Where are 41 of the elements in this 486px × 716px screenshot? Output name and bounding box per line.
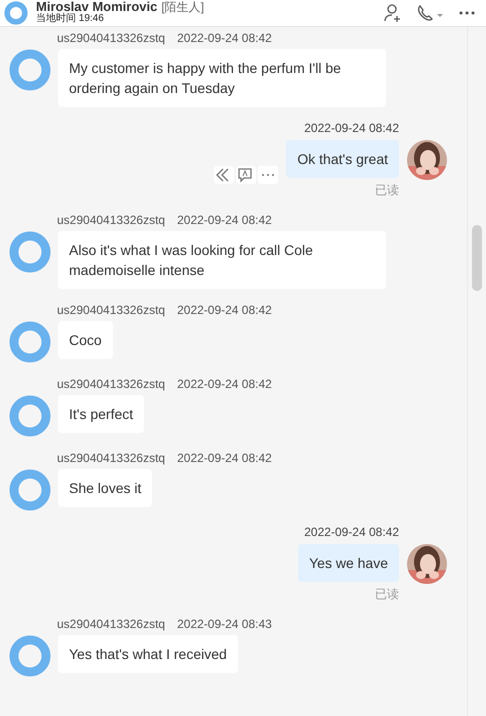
sender-name: us29040413326zstq [57,31,166,45]
message-time: 2022-09-24 08:43 [177,617,272,631]
message-time: 2022-09-24 08:42 [177,303,272,317]
sender-name: us29040413326zstq [57,213,166,227]
message-bubble: Yes we have [298,544,399,582]
avatar-icon [4,1,28,25]
local-time: 当地时间 19:46 [36,13,105,25]
message-bubble: My customer is happy with the perfum I'll be ordering again on Tuesday [58,49,386,107]
reply-icon[interactable] [214,166,234,184]
avatar-icon [9,469,51,511]
sender-name: us29040413326zstq [57,617,166,631]
message-bubble: Ok that's great [286,140,399,178]
avatar-icon [9,635,51,677]
avatar-icon [9,231,51,273]
scrollbar-thumb[interactable] [472,225,482,291]
message-time: 2022-09-24 08:42 [177,213,272,227]
sender-name: us29040413326zstq [57,451,166,465]
avatar-icon [9,395,51,437]
message-bubble: Yes that's what I received [58,635,238,673]
message-time: 2022-09-24 08:42 [177,31,272,45]
contact-tag: [陌生人] [161,1,204,13]
sender-name: us29040413326zstq [57,303,166,317]
add-contact-icon[interactable] [384,3,402,23]
message-bubble: Also it's what I was looking for call Cole mademoiselle intense [58,231,386,289]
contact-name: Miroslav Momirovic [36,1,158,13]
avatar-icon [9,321,51,363]
translate-icon[interactable] [236,166,256,184]
phone-icon[interactable] [416,3,444,23]
read-status: 已读 [375,182,399,199]
sender-name: us29040413326zstq [57,377,166,391]
message-bubble: She loves it [58,469,152,507]
read-status: 已读 [375,586,399,603]
message-time: 2022-09-24 08:42 [304,121,399,135]
more-icon[interactable] [258,166,278,184]
message-time: 2022-09-24 08:42 [177,377,272,391]
message-bubble: It's perfect [58,395,144,433]
more-icon[interactable] [458,10,476,16]
message-time: 2022-09-24 08:42 [304,525,399,539]
message-bubble: Coco [58,321,113,359]
message-time: 2022-09-24 08:42 [177,451,272,465]
avatar-icon [9,49,51,91]
